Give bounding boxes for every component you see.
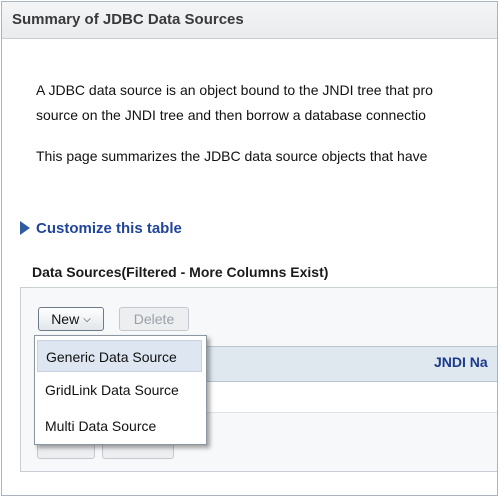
expand-triangle-icon [20,221,30,235]
new-button[interactable]: New ⌵ [38,307,104,331]
page-title: Summary of JDBC Data Sources [12,11,244,28]
customize-table-link[interactable]: Customize this table [20,219,182,237]
table-row [202,382,497,413]
data-sources-table-title: Data Sources(Filtered - More Columns Exi… [32,264,329,280]
column-header-jndi-name[interactable]: JNDI Na [434,354,488,370]
description-line-3: This page summarizes the JDBC data sourc… [36,148,428,164]
menu-item-generic-data-source[interactable]: Generic Data Source [37,340,202,372]
menu-item-gridlink-data-source[interactable]: GridLink Data Source [37,374,202,406]
delete-button[interactable]: Delete [119,307,189,331]
description-line-2: source on the JNDI tree and then borrow … [36,107,426,123]
jdbc-summary-page: Summary of JDBC Data Sources A JDBC data… [1,1,498,496]
new-menu-dropdown: Generic Data Source GridLink Data Source… [34,335,207,445]
description-line-1: A JDBC data source is an object bound to… [36,82,433,98]
customize-table-label: Customize this table [36,219,182,237]
new-button-label: New [51,311,80,327]
menu-item-multi-data-source[interactable]: Multi Data Source [37,410,202,442]
chevron-down-icon: ⌵ [83,313,91,325]
page-header: Summary of JDBC Data Sources [2,2,497,39]
